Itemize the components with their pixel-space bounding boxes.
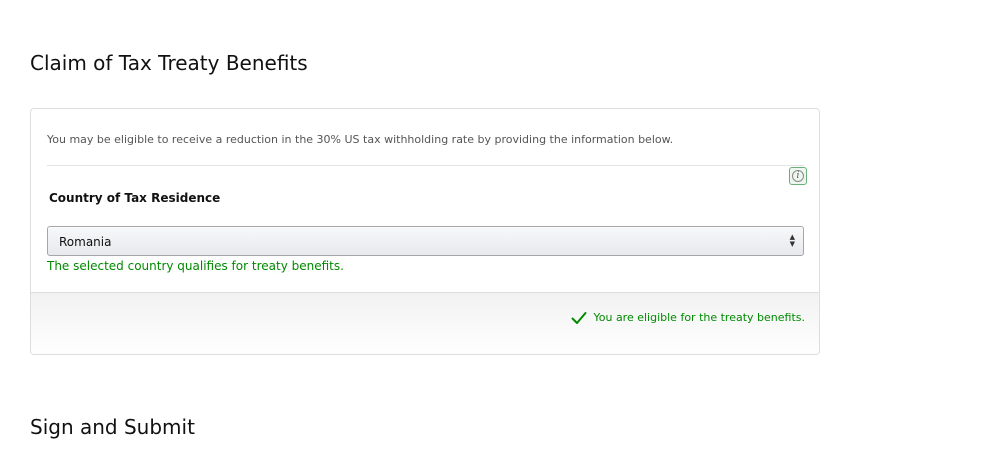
sign-and-submit-heading: Sign and Submit [30, 415, 195, 439]
qualification-status-message: The selected country qualifies for treat… [47, 259, 344, 273]
page-title: Claim of Tax Treaty Benefits [30, 51, 308, 75]
country-select[interactable]: Romania ▲ ▼ [47, 226, 804, 256]
eligibility-text: You are eligible for the treaty benefits… [593, 311, 805, 324]
info-icon-glyph: i [792, 170, 804, 182]
treaty-benefits-card: You may be eligible to receive a reducti… [30, 108, 820, 355]
card-footer: You are eligible for the treaty benefits… [31, 292, 819, 354]
checkmark-icon [571, 312, 587, 324]
intro-text: You may be eligible to receive a reducti… [47, 133, 674, 146]
select-arrows-icon: ▲ ▼ [789, 233, 795, 248]
eligibility-status: You are eligible for the treaty benefits… [571, 310, 805, 326]
country-select-value: Romania [59, 235, 112, 249]
country-of-tax-residence-label: Country of Tax Residence [49, 191, 221, 205]
info-icon[interactable]: i [789, 167, 807, 185]
divider [47, 165, 804, 166]
